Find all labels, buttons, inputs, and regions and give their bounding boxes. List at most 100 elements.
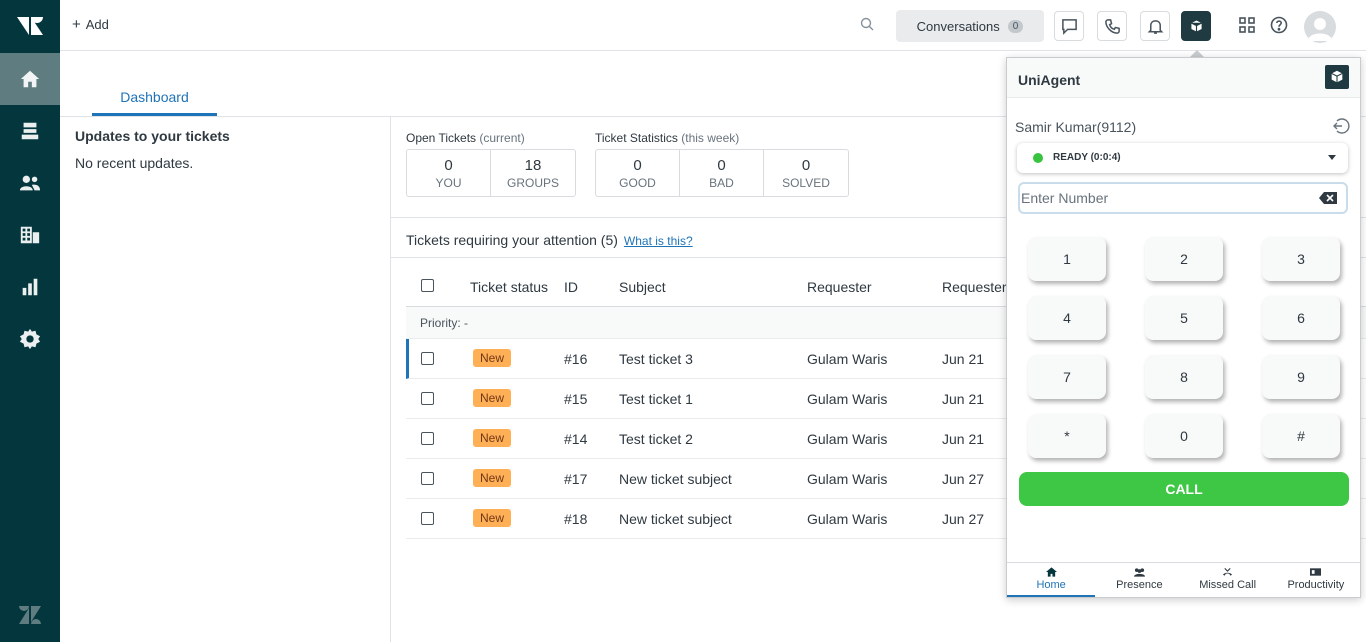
missed-call-icon [1223, 567, 1233, 576]
ticket-date: Jun 27 [942, 471, 985, 487]
top-bar: + Add Conversations 0 [60, 0, 1366, 51]
agent-status-dropdown[interactable]: READY (0:0:4) [1017, 143, 1348, 173]
col-requester[interactable]: Requester [807, 279, 872, 295]
ticket-statistics-title: Ticket Statistics (this week) [595, 131, 740, 145]
dial-key-hash[interactable]: # [1262, 414, 1340, 458]
panel-title: UniAgent [1018, 72, 1081, 88]
stat-solved[interactable]: 0 SOLVED [764, 150, 848, 196]
dial-key-3[interactable]: 3 [1262, 237, 1340, 281]
row-checkbox[interactable] [421, 352, 434, 365]
plus-icon: + [72, 16, 81, 33]
user-avatar[interactable] [1304, 11, 1336, 43]
building-icon [20, 226, 40, 244]
logout-icon[interactable] [1332, 117, 1350, 135]
uniagent-panel: UniAgent Samir Kumar(9112) READY (0:0:4)… [1006, 57, 1361, 598]
ticket-id: #17 [564, 471, 588, 487]
dial-key-9[interactable]: 9 [1262, 355, 1340, 399]
row-checkbox[interactable] [421, 472, 434, 485]
productivity-icon [1310, 568, 1322, 576]
tab-dashboard[interactable]: Dashboard [92, 89, 217, 116]
conversations-button[interactable]: Conversations 0 [896, 10, 1044, 42]
nav-views[interactable] [0, 105, 60, 157]
apps-button[interactable] [1236, 14, 1258, 36]
updates-title: Updates to your tickets [75, 128, 230, 144]
stat-bad[interactable]: 0 BAD [680, 150, 764, 196]
status-badge: New [473, 509, 512, 527]
panel-caret [1190, 50, 1204, 57]
ticket-requester: Gulam Waris [807, 391, 888, 407]
ticket-id: #18 [564, 511, 588, 527]
stat-good[interactable]: 0 GOOD [596, 150, 680, 196]
home-icon [1045, 567, 1057, 577]
footer-tab-productivity[interactable]: Productivity [1272, 563, 1360, 597]
status-badge: New [473, 349, 512, 367]
what-is-this-link[interactable]: What is this? [624, 234, 693, 248]
nav-reporting[interactable] [0, 261, 60, 313]
dial-key-7[interactable]: 7 [1028, 355, 1106, 399]
search-icon[interactable] [860, 17, 874, 31]
col-subject[interactable]: Subject [619, 279, 666, 295]
add-button[interactable]: + Add [72, 17, 109, 32]
ticket-subject[interactable]: Test ticket 2 [619, 431, 693, 447]
open-tickets-group: Open Tickets (current) 0 YOU 18 GROUPS [406, 131, 576, 197]
zendesk-logo [19, 606, 41, 624]
ticket-subject[interactable]: New ticket subject [619, 511, 732, 527]
ticket-statistics-group: Ticket Statistics (this week) 0 GOOD 0 B… [595, 131, 849, 197]
phone-number-input[interactable] [1018, 182, 1348, 214]
presence-icon [1133, 568, 1145, 577]
ready-status-dot [1033, 153, 1043, 163]
ticket-date: Jun 21 [942, 351, 985, 367]
dial-key-2[interactable]: 2 [1145, 237, 1223, 281]
bar-chart-icon [22, 278, 38, 296]
ticket-subject[interactable]: Test ticket 3 [619, 351, 693, 367]
status-badge: New [473, 429, 512, 447]
ticket-subject[interactable]: New ticket subject [619, 471, 732, 487]
zendesk-product-logo [17, 17, 43, 35]
nav-home[interactable] [0, 53, 60, 105]
left-nav [0, 0, 60, 642]
agent-status-text: READY (0:0:4) [1053, 152, 1121, 163]
footer-tab-presence[interactable]: Presence [1095, 563, 1183, 597]
chat-button[interactable] [1054, 11, 1084, 41]
conversations-count: 0 [1007, 19, 1024, 33]
dial-key-star[interactable]: * [1028, 414, 1106, 458]
row-checkbox[interactable] [421, 432, 434, 445]
stat-groups[interactable]: 18 GROUPS [491, 150, 575, 196]
nav-organizations[interactable] [0, 209, 60, 261]
row-checkbox[interactable] [421, 512, 434, 525]
dial-key-4[interactable]: 4 [1028, 296, 1106, 340]
uniagent-app-button[interactable] [1181, 11, 1211, 41]
ticket-subject[interactable]: Test ticket 1 [619, 391, 693, 407]
conversations-label: Conversations [916, 18, 1000, 34]
ticket-date: Jun 21 [942, 431, 985, 447]
call-button[interactable]: CALL [1019, 472, 1349, 506]
dial-key-0[interactable]: 0 [1145, 414, 1223, 458]
updates-empty-text: No recent updates. [75, 155, 194, 171]
row-checkbox[interactable] [421, 392, 434, 405]
backspace-icon[interactable] [1318, 191, 1338, 205]
stat-you[interactable]: 0 YOU [407, 150, 491, 196]
ticket-date: Jun 21 [942, 391, 985, 407]
nav-admin[interactable] [0, 313, 60, 365]
dial-key-6[interactable]: 6 [1262, 296, 1340, 340]
ticket-requester: Gulam Waris [807, 471, 888, 487]
notifications-button[interactable] [1140, 11, 1170, 41]
footer-tab-home[interactable]: Home [1007, 563, 1096, 597]
talk-button[interactable] [1097, 11, 1127, 41]
dial-key-5[interactable]: 5 [1145, 296, 1223, 340]
col-id[interactable]: ID [564, 279, 578, 295]
select-all-checkbox[interactable] [421, 279, 434, 292]
dial-key-1[interactable]: 1 [1028, 237, 1106, 281]
help-button[interactable] [1268, 14, 1290, 36]
status-badge: New [473, 469, 512, 487]
col-requester-updated[interactable]: Requester [942, 279, 1007, 295]
footer-tab-missed-call[interactable]: Missed Call [1184, 563, 1272, 597]
user-icon [1308, 18, 1332, 41]
panel-footer-nav: Home Presence Missed Call Productivity [1007, 562, 1360, 597]
col-ticket-status[interactable]: Ticket status [470, 279, 548, 295]
home-icon [20, 70, 40, 88]
nav-customers[interactable] [0, 157, 60, 209]
bell-icon [1147, 19, 1163, 34]
ticket-requester: Gulam Waris [807, 511, 888, 527]
dial-key-8[interactable]: 8 [1145, 355, 1223, 399]
